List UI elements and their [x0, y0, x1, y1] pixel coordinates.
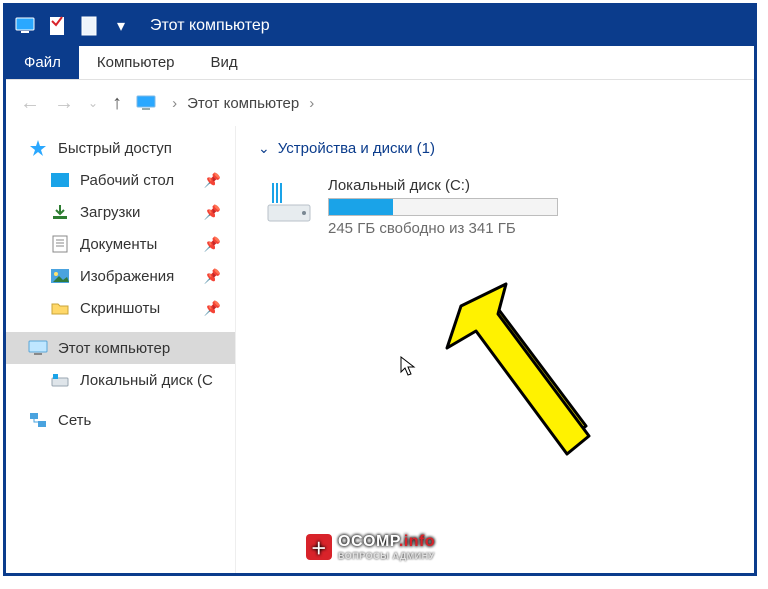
section-header-label: Устройства и диски (1)	[278, 140, 435, 157]
breadcrumb-root[interactable]: Этот компьютер	[187, 95, 299, 112]
content-pane: ⌄ Устройства и диски (1) Локальный диск …	[236, 126, 754, 573]
drive-name: Локальный диск (C:)	[328, 177, 612, 194]
star-icon	[28, 138, 48, 158]
breadcrumb-pc-icon	[136, 94, 158, 112]
drive-space-text: 245 ГБ свободно из 341 ГБ	[328, 220, 612, 237]
sidebar-item-screenshots[interactable]: Скриншоты 📌	[6, 292, 235, 324]
sidebar-item-label: Сеть	[58, 412, 91, 429]
desktop-icon	[50, 170, 70, 190]
pin-icon: 📌	[204, 300, 221, 317]
recent-dropdown-icon[interactable]: ⌄	[88, 96, 98, 110]
sidebar-item-label: Скриншоты	[80, 300, 160, 317]
window-title: Этот компьютер	[150, 17, 270, 35]
drive-icon	[264, 177, 314, 227]
chevron-right-icon: ›	[172, 95, 177, 112]
sidebar-quick-access[interactable]: Быстрый доступ	[6, 132, 235, 164]
folder-icon	[50, 298, 70, 318]
body: Быстрый доступ Рабочий стол 📌 Загрузки 📌	[6, 126, 754, 573]
breadcrumb[interactable]: › Этот компьютер ›	[172, 95, 314, 112]
tab-view[interactable]: Вид	[193, 46, 256, 79]
pin-icon: 📌	[204, 204, 221, 221]
titlebar: ▾ Этот компьютер	[6, 6, 754, 46]
sidebar-item-label: Документы	[80, 236, 157, 253]
pictures-icon	[50, 266, 70, 286]
documents-icon	[50, 234, 70, 254]
qat-dropdown-icon[interactable]: ▾	[110, 15, 132, 37]
drive-icon	[50, 370, 70, 390]
chevron-right-icon: ›	[309, 95, 314, 112]
sidebar-item-downloads[interactable]: Загрузки 📌	[6, 196, 235, 228]
sidebar-this-pc[interactable]: Этот компьютер	[6, 332, 235, 364]
pin-icon: 📌	[204, 268, 221, 285]
section-devices-and-drives[interactable]: ⌄ Устройства и диски (1)	[258, 140, 732, 157]
sidebar-item-desktop[interactable]: Рабочий стол 📌	[6, 164, 235, 196]
drive-usage-fill	[329, 199, 393, 215]
back-button[interactable]: ←	[20, 92, 40, 115]
navigation-bar: ← → ⌄ ↑ › Этот компьютер ›	[6, 80, 754, 126]
downloads-icon	[50, 202, 70, 222]
drive-info: Локальный диск (C:) 245 ГБ свободно из 3…	[328, 177, 612, 237]
sidebar-item-label: Изображения	[80, 268, 174, 285]
this-pc-icon	[14, 15, 36, 37]
navigation-pane: Быстрый доступ Рабочий стол 📌 Загрузки 📌	[6, 126, 236, 573]
new-folder-icon[interactable]	[78, 15, 100, 37]
explorer-window: ▾ Этот компьютер Файл Компьютер Вид ← → …	[3, 3, 757, 576]
sidebar-local-disk[interactable]: Локальный диск (C	[6, 364, 235, 396]
properties-icon[interactable]	[46, 15, 68, 37]
sidebar-item-label: Локальный диск (C	[80, 372, 213, 389]
sidebar-network[interactable]: Сеть	[6, 404, 235, 436]
this-pc-icon	[28, 338, 48, 358]
sidebar-item-label: Этот компьютер	[58, 340, 170, 357]
sidebar-item-label: Загрузки	[80, 204, 140, 221]
sidebar-item-label: Быстрый доступ	[58, 140, 172, 157]
quick-access-toolbar: ▾	[14, 15, 132, 37]
up-button[interactable]: ↑	[112, 92, 122, 115]
drive-usage-bar	[328, 198, 558, 216]
tab-file[interactable]: Файл	[6, 46, 79, 79]
sidebar-item-label: Рабочий стол	[80, 172, 174, 189]
forward-button[interactable]: →	[54, 92, 74, 115]
sidebar-item-documents[interactable]: Документы 📌	[6, 228, 235, 260]
drive-local-c[interactable]: Локальный диск (C:) 245 ГБ свободно из 3…	[258, 171, 618, 243]
pin-icon: 📌	[204, 236, 221, 253]
network-icon	[28, 410, 48, 430]
sidebar-item-pictures[interactable]: Изображения 📌	[6, 260, 235, 292]
pin-icon: 📌	[204, 172, 221, 189]
ribbon-tabs: Файл Компьютер Вид	[6, 46, 754, 80]
tab-computer[interactable]: Компьютер	[79, 46, 193, 79]
chevron-down-icon: ⌄	[258, 140, 270, 157]
